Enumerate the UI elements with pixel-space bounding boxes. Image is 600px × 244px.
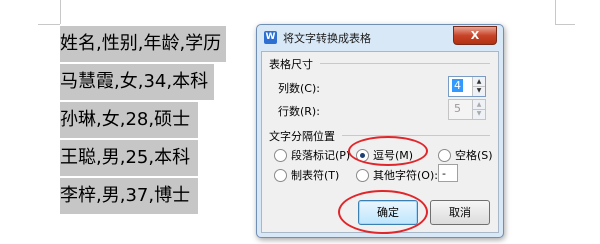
rows-stepper: 5 ▲ ▼ xyxy=(448,99,486,120)
dialog-title: 将文字转换成表格 xyxy=(283,32,371,45)
convert-text-to-table-dialog: W 将文字转换成表格 X 表格尺寸 列数(C): 4 ▲ ▼ 行数(R): 5 … xyxy=(256,24,504,238)
margin-guide-right-horizontal xyxy=(555,24,575,25)
table-size-group-title: 表格尺寸 xyxy=(269,58,313,71)
columns-value[interactable]: 4 xyxy=(452,79,463,92)
rows-spin-buttons: ▲ ▼ xyxy=(472,100,485,119)
spin-down-icon[interactable]: ▼ xyxy=(473,86,485,95)
columns-spin-buttons[interactable]: ▲ ▼ xyxy=(472,77,485,96)
radio-comma[interactable]: 逗号(M) xyxy=(356,147,413,163)
radio-label: 其他字符(O): xyxy=(373,169,438,182)
radio-button-icon[interactable] xyxy=(274,148,287,162)
close-button[interactable]: X xyxy=(453,26,497,45)
group-divider xyxy=(320,63,490,64)
radio-label: 逗号(M) xyxy=(373,149,414,162)
group-divider xyxy=(342,135,490,136)
doc-line[interactable]: 孙琳,女,28,硕士 xyxy=(60,102,198,138)
radio-button-icon[interactable] xyxy=(438,148,451,162)
spin-down-icon: ▼ xyxy=(476,110,482,117)
margin-guide-left-horizontal xyxy=(38,24,60,25)
screenshot: 姓名,性别,年龄,学历 马慧霞,女,34,本科 孙琳,女,28,硕士 王聪,男,… xyxy=(0,0,600,244)
radio-selected-icon[interactable] xyxy=(356,148,369,162)
rows-label: 行数(R): xyxy=(278,105,320,118)
margin-guide-left-vertical xyxy=(60,0,61,24)
doc-line[interactable]: 李梓,男,37,博士 xyxy=(60,178,198,214)
radio-space[interactable]: 空格(S) xyxy=(438,147,493,163)
radio-other-char[interactable]: 其他字符(O): xyxy=(356,167,438,183)
columns-label: 列数(C): xyxy=(278,82,320,95)
doc-line[interactable]: 王聪,男,25,本科 xyxy=(60,140,198,176)
dialog-titlebar[interactable]: W 将文字转换成表格 X xyxy=(257,25,503,49)
ok-button[interactable]: 确定 xyxy=(358,200,418,225)
app-icon: W xyxy=(264,31,277,44)
radio-label: 空格(S) xyxy=(455,149,493,162)
radio-button-icon[interactable] xyxy=(274,168,287,182)
radio-paragraph-mark[interactable]: 段落标记(P) xyxy=(274,147,350,163)
separator-group-title: 文字分隔位置 xyxy=(269,130,335,143)
doc-line[interactable]: 马慧霞,女,34,本科 xyxy=(60,64,214,100)
radio-label: 制表符(T) xyxy=(291,169,340,182)
doc-line[interactable]: 姓名,性别,年龄,学历 xyxy=(60,26,226,62)
cancel-button[interactable]: 取消 xyxy=(430,200,490,225)
radio-tab[interactable]: 制表符(T) xyxy=(274,167,339,183)
other-char-input[interactable]: - xyxy=(438,164,458,182)
margin-guide-right-vertical xyxy=(555,0,556,24)
dialog-body: 表格尺寸 列数(C): 4 ▲ ▼ 行数(R): 5 ▲ ▼ 文字分隔位置 段落… xyxy=(261,51,499,233)
radio-button-icon[interactable] xyxy=(356,168,369,182)
radio-label: 段落标记(P) xyxy=(291,149,351,162)
columns-stepper[interactable]: 4 ▲ ▼ xyxy=(448,76,486,97)
rows-value: 5 xyxy=(454,102,461,115)
